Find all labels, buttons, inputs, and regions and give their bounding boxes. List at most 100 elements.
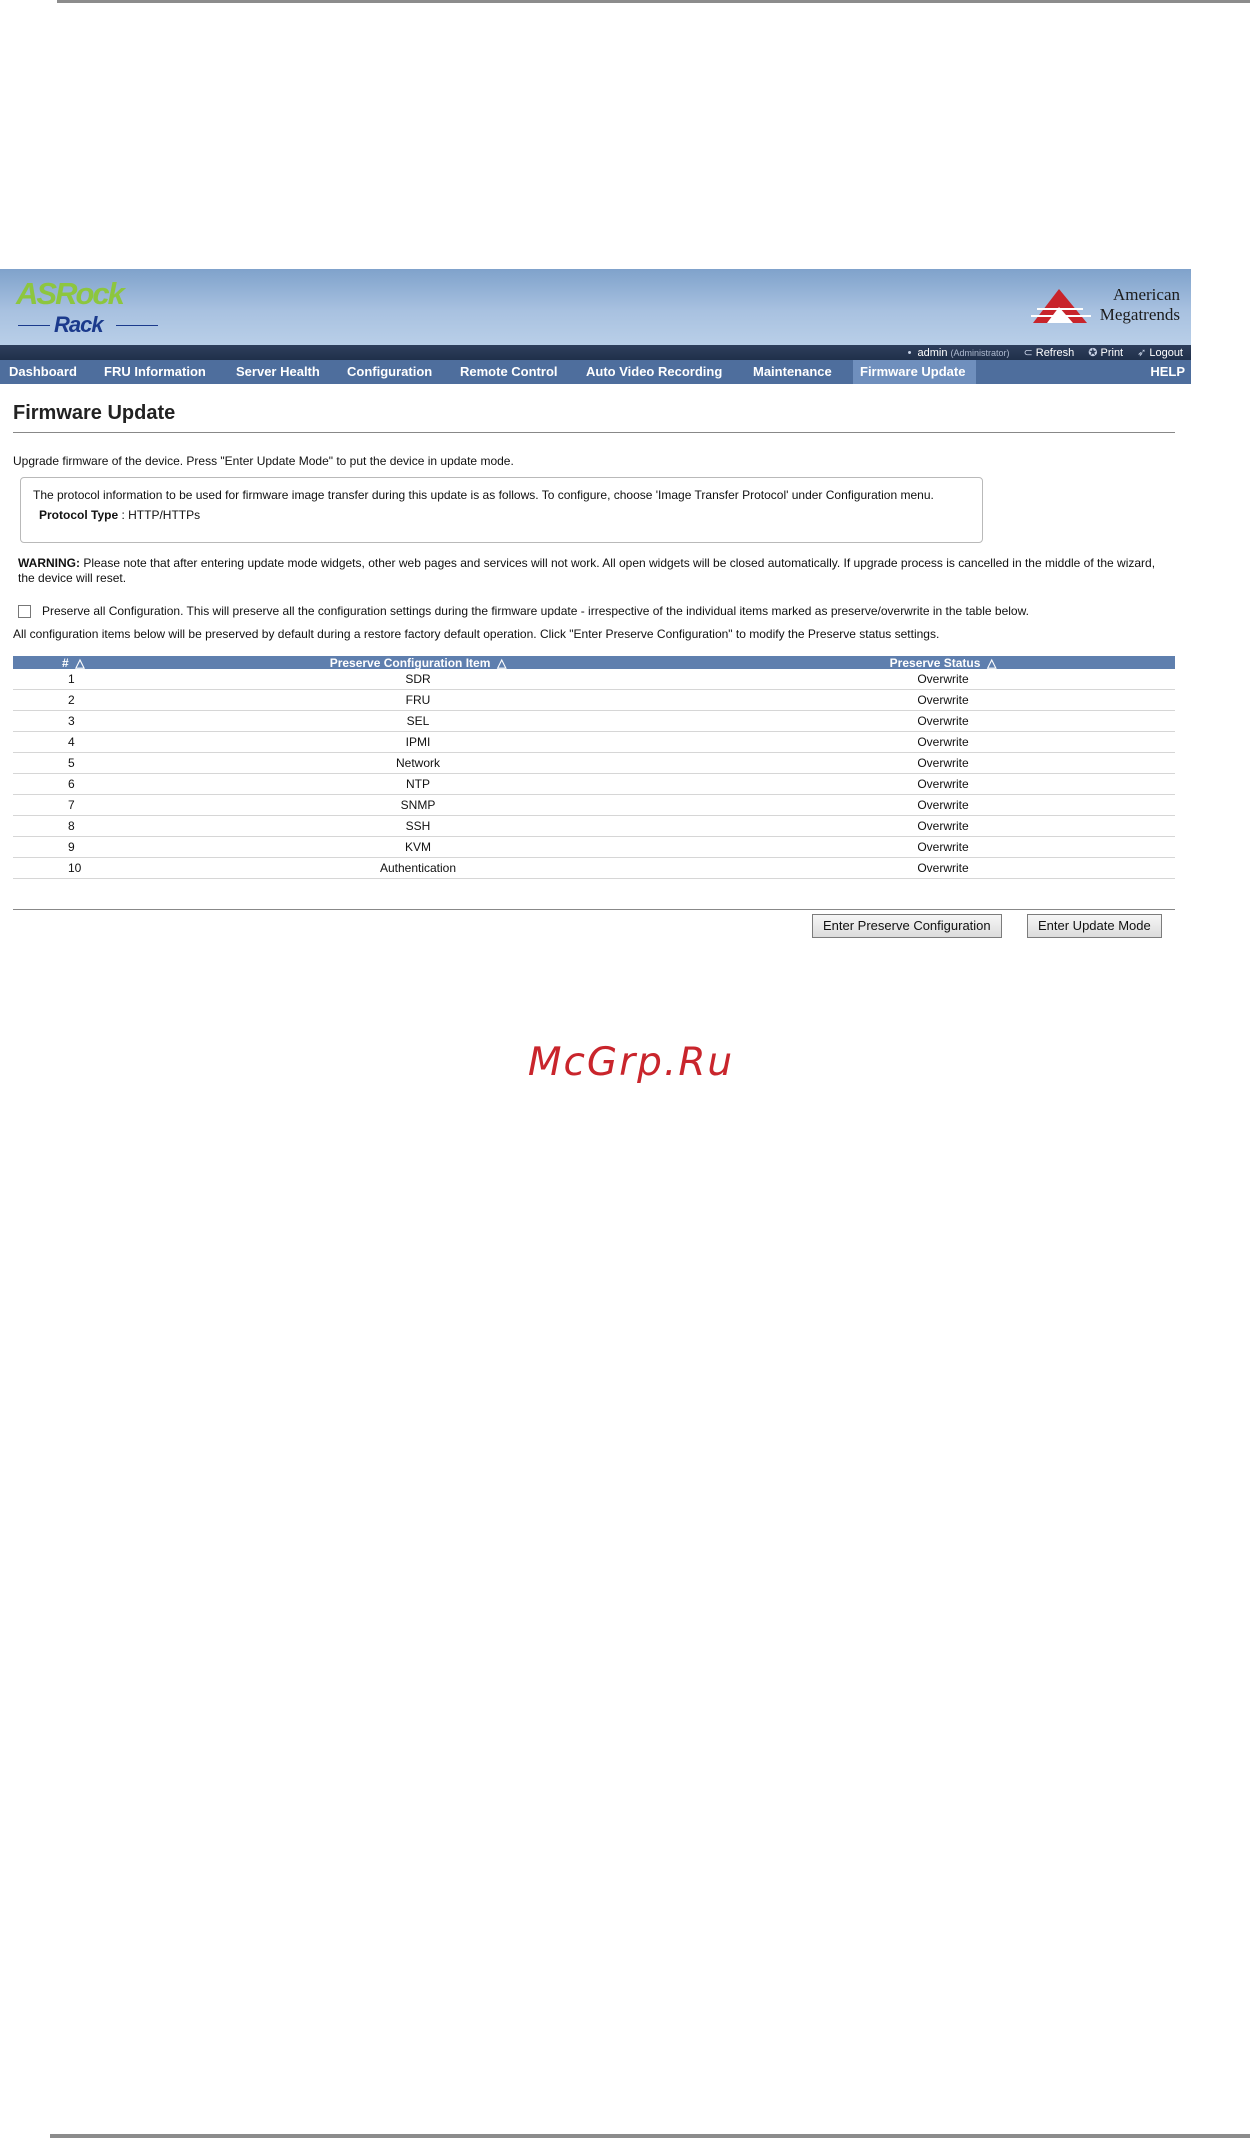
row-status: Overwrite: [917, 840, 969, 854]
row-num: 7: [68, 798, 75, 812]
warning-message: WARNING: Please note that after entering…: [18, 556, 1168, 586]
main-content: Firmware Update Upgrade firmware of the …: [0, 384, 1191, 963]
row-num: 1: [68, 672, 75, 686]
nav-help[interactable]: HELP: [1150, 360, 1185, 384]
row-num: 4: [68, 735, 75, 749]
row-num: 8: [68, 819, 75, 833]
bmc-screenshot: ASRock Rack American Megatrends • admin …: [0, 269, 1191, 963]
refresh-link[interactable]: ⊂ Refresh: [1024, 346, 1075, 359]
ami-line1: American: [1112, 285, 1180, 304]
sort-icon: △: [987, 656, 997, 670]
logo-line-left: [18, 325, 50, 326]
row-item: FRU: [405, 693, 431, 707]
logo-rack-text: Rack: [54, 312, 104, 337]
table-row[interactable]: 8 SSH Overwrite: [13, 816, 1175, 837]
table-row[interactable]: 9 KVM Overwrite: [13, 837, 1175, 858]
row-num: 10: [68, 861, 82, 875]
logout-link[interactable]: ➶ Logout: [1137, 346, 1183, 359]
preserve-all-checkbox[interactable]: [18, 604, 31, 618]
row-item: SNMP: [400, 798, 436, 812]
row-status: Overwrite: [917, 777, 969, 791]
row-status: Overwrite: [917, 693, 969, 707]
print-link[interactable]: ✪ Print: [1088, 346, 1123, 359]
table-row[interactable]: 1 SDR Overwrite: [13, 669, 1175, 690]
row-status: Overwrite: [917, 798, 969, 812]
warning-label: WARNING:: [18, 556, 80, 570]
protocol-type-label: Protocol Type: [39, 508, 119, 522]
logo-asrock-text: ASRock: [16, 276, 125, 311]
col-num-header[interactable]: # △: [62, 656, 85, 670]
title-divider: [13, 432, 1175, 433]
nav-auto-video-recording[interactable]: Auto Video Recording: [586, 360, 722, 384]
nav-fru-information[interactable]: FRU Information: [104, 360, 206, 384]
nav-firmware-update[interactable]: Firmware Update: [853, 360, 976, 384]
row-num: 3: [68, 714, 75, 728]
warning-text: Please note that after entering update m…: [18, 556, 1156, 585]
preserve-all-row: Preserve all Configuration. This will pr…: [18, 604, 1029, 618]
table-header: # △ Preserve Configuration Item △ Preser…: [13, 656, 1175, 670]
ami-line2: Megatrends: [1099, 305, 1180, 324]
nav-maintenance[interactable]: Maintenance: [753, 360, 832, 384]
row-status: Overwrite: [917, 672, 969, 686]
row-status: Overwrite: [917, 861, 969, 875]
row-num: 2: [68, 693, 75, 707]
ami-wordmark: American Megatrends: [1095, 285, 1180, 325]
print-icon: ✪: [1088, 347, 1098, 359]
table-row[interactable]: 4 IPMI Overwrite: [13, 732, 1175, 753]
row-item: Network: [395, 756, 441, 770]
table-row[interactable]: 5 Network Overwrite: [13, 753, 1175, 774]
col-item-label: Preserve Configuration Item: [329, 656, 491, 670]
current-user: • admin (Administrator): [908, 347, 1010, 359]
col-item-header[interactable]: Preserve Configuration Item △: [330, 656, 507, 670]
nav-server-health[interactable]: Server Health: [236, 360, 320, 384]
preserve-note: All configuration items below will be pr…: [13, 627, 940, 641]
row-item: SSH: [405, 819, 431, 833]
user-name: admin: [917, 346, 948, 359]
row-item: NTP: [406, 777, 430, 791]
table-row[interactable]: 3 SEL Overwrite: [13, 711, 1175, 732]
nav-dashboard[interactable]: Dashboard: [9, 360, 77, 384]
table-row[interactable]: 10 Authentication Overwrite: [13, 858, 1175, 879]
row-item: Authentication: [379, 861, 457, 875]
row-status: Overwrite: [917, 819, 969, 833]
protocol-info-text: The protocol information to be used for …: [33, 488, 934, 502]
row-item: SEL: [406, 714, 430, 728]
nav-configuration[interactable]: Configuration: [347, 360, 432, 384]
main-nav: Dashboard FRU Information Server Health …: [0, 360, 1191, 384]
print-label: Print: [1100, 347, 1124, 359]
ami-logo: American Megatrends: [1025, 283, 1185, 329]
row-status: Overwrite: [917, 756, 969, 770]
nav-remote-control[interactable]: Remote Control: [460, 360, 558, 384]
table-row[interactable]: 6 NTP Overwrite: [13, 774, 1175, 795]
enter-preserve-configuration-button[interactable]: Enter Preserve Configuration: [812, 914, 1002, 938]
row-num: 9: [68, 840, 75, 854]
row-status: Overwrite: [917, 735, 969, 749]
table-row[interactable]: 7 SNMP Overwrite: [13, 795, 1175, 816]
preserve-all-label: Preserve all Configuration. This will pr…: [42, 604, 1029, 618]
row-num: 5: [68, 756, 75, 770]
ami-triangle-icon: [1031, 289, 1091, 323]
row-item: SDR: [405, 672, 431, 686]
table-row[interactable]: 2 FRU Overwrite: [13, 690, 1175, 711]
user-bar: • admin (Administrator) ⊂ Refresh ✪ Print …: [0, 345, 1191, 360]
enter-update-mode-button[interactable]: Enter Update Mode: [1027, 914, 1162, 938]
protocol-info-box: The protocol information to be used for …: [20, 477, 983, 543]
row-item: KVM: [404, 840, 432, 854]
page-top-rule: [57, 0, 1250, 3]
protocol-type-value: : HTTP/HTTPs: [121, 508, 201, 522]
col-status-header[interactable]: Preserve Status △: [890, 656, 997, 670]
sort-icon: △: [75, 656, 85, 670]
page-title: Firmware Update: [13, 402, 176, 424]
logout-icon: ➶: [1137, 347, 1147, 359]
refresh-icon: ⊂: [1023, 347, 1033, 359]
table-bottom-divider: [13, 909, 1175, 910]
refresh-label: Refresh: [1035, 347, 1075, 359]
user-bullet-icon: •: [907, 346, 912, 359]
logout-label: Logout: [1149, 347, 1183, 359]
preserve-config-table: # △ Preserve Configuration Item △ Preser…: [13, 656, 1175, 879]
sort-icon: △: [497, 656, 507, 670]
watermark: McGrp.Ru: [527, 1040, 735, 1085]
page-bottom-rule: [50, 2134, 1250, 2138]
user-role: (Administrator): [950, 347, 1010, 358]
row-num: 6: [68, 777, 75, 791]
